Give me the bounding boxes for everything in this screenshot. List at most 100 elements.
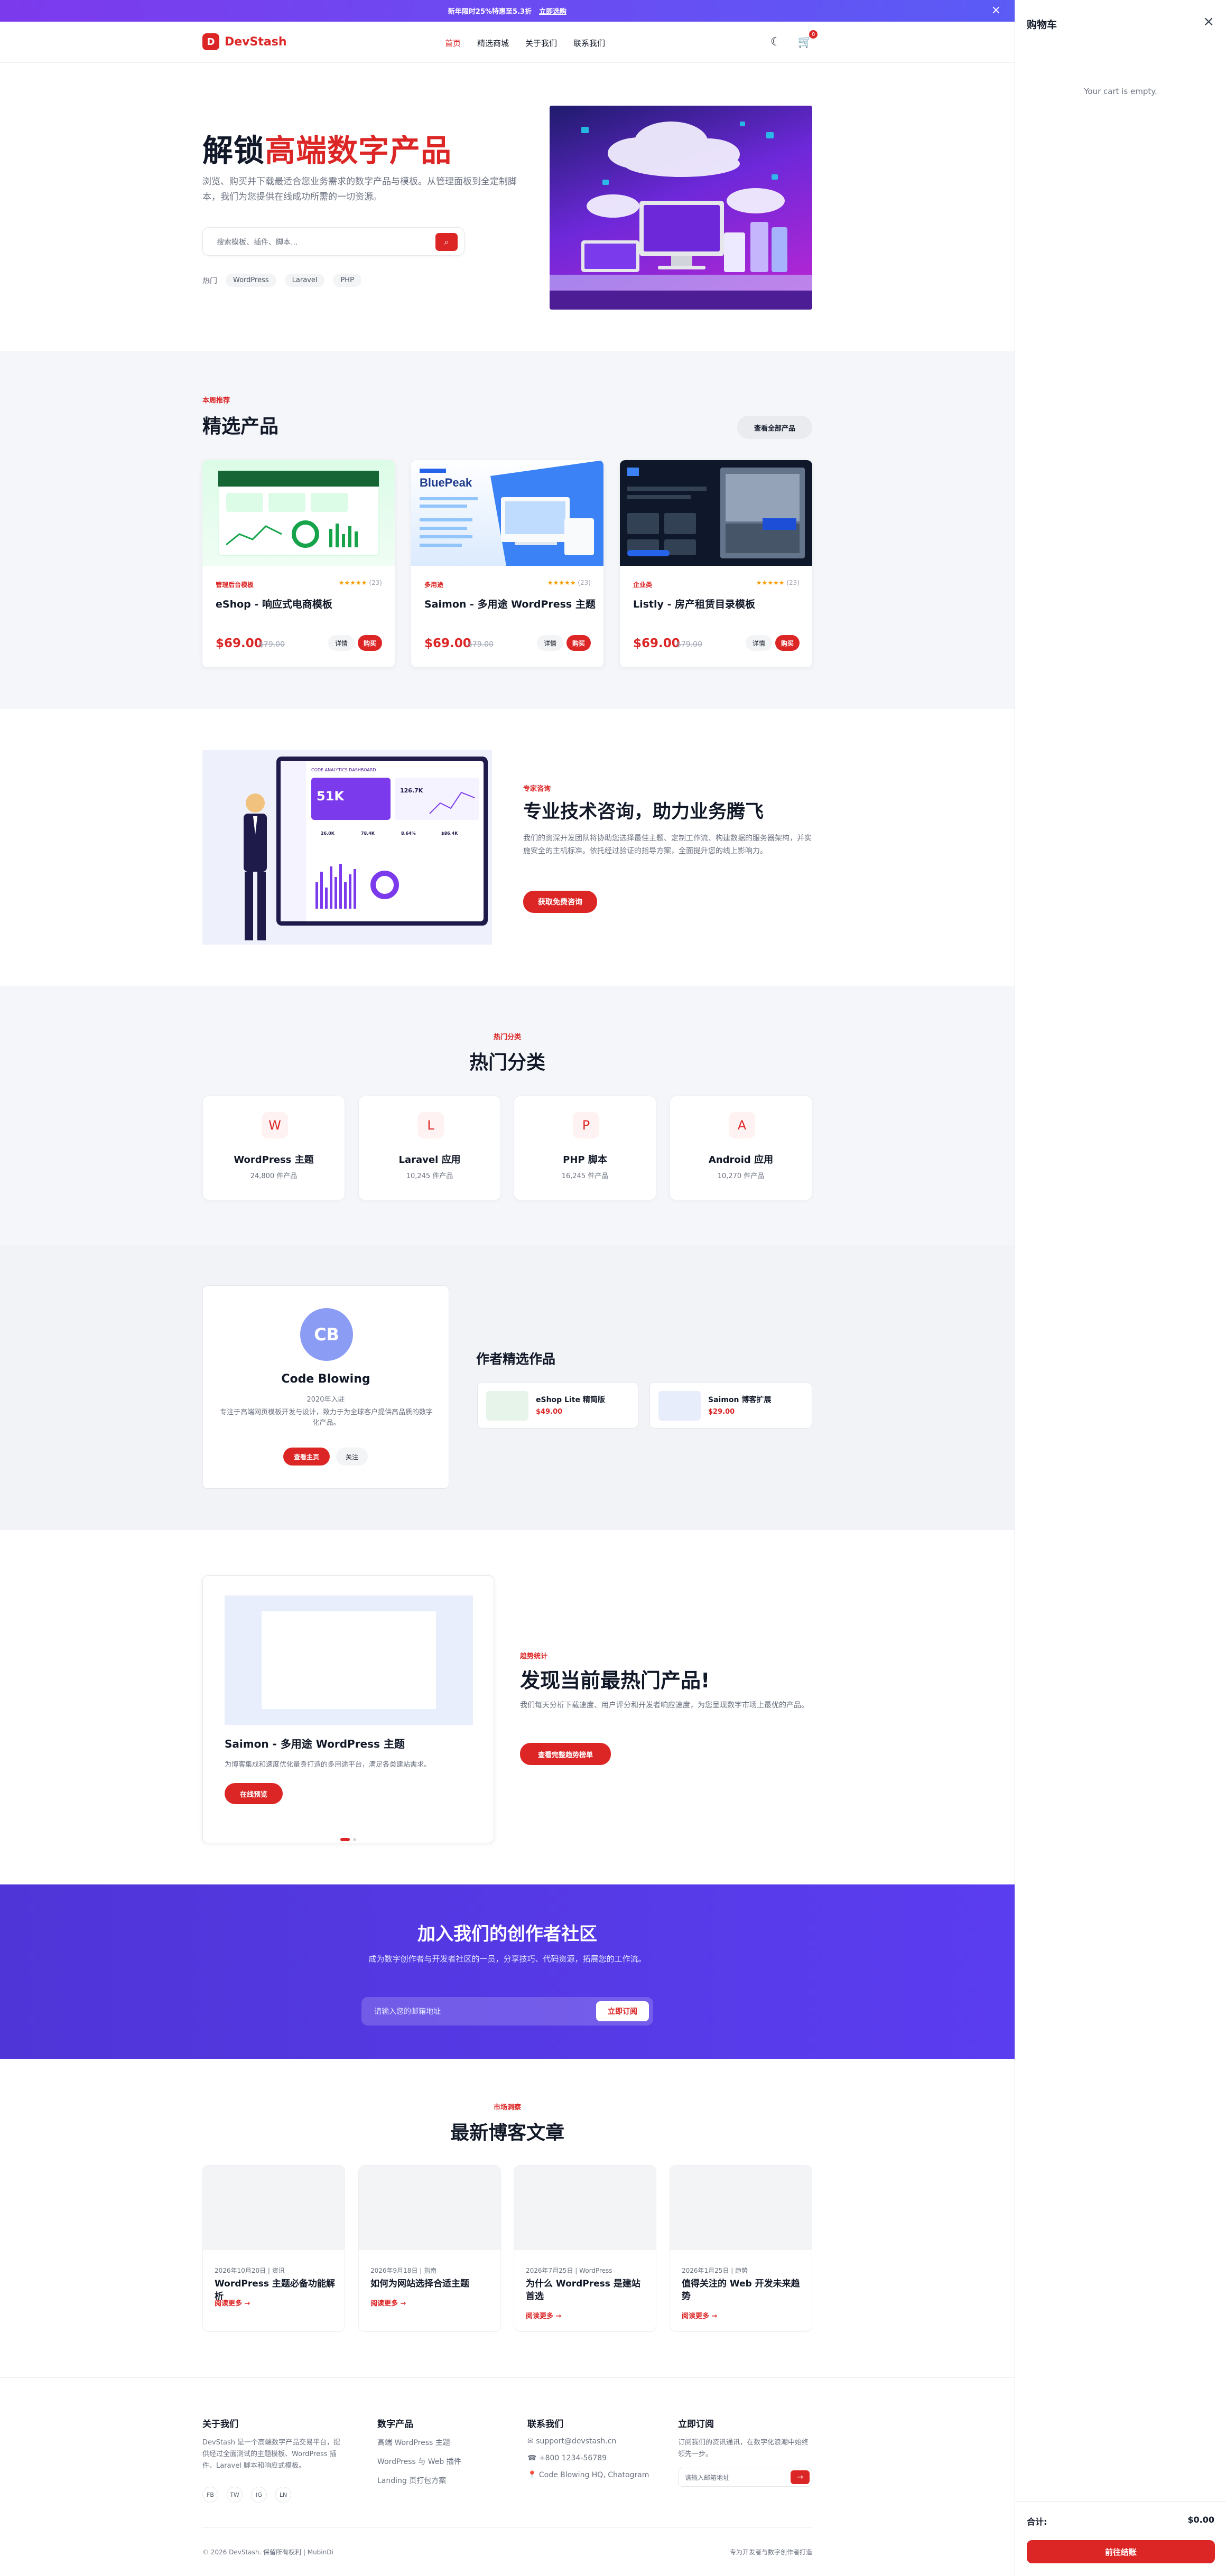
read-more-link[interactable]: 阅读更多 → — [370, 2298, 406, 2308]
blog-card[interactable]: 2026年9月18日 | 指南 如何为网站选择合适主题 阅读更多 → — [358, 2165, 501, 2332]
read-more-link[interactable]: 阅读更多 → — [682, 2310, 717, 2320]
copyright: © 2026 DevStash. 保留所有权利 | MubinDi — [202, 2549, 333, 2556]
details-button[interactable]: 详情 — [328, 635, 355, 651]
product-card[interactable]: BluePeak 多用途 ★★★★★ (23) Saimon - 多用途 Wor… — [411, 460, 603, 667]
featured-kicker: 本周推荐 — [202, 397, 230, 405]
social-links: FB TW IG LN — [202, 2487, 345, 2503]
trend-product-name: Saimon - 多用途 WordPress 主题 — [225, 1738, 405, 1750]
android-icon: A — [729, 1112, 755, 1138]
follow-button[interactable]: 关注 — [336, 1448, 368, 1466]
product-name[interactable]: Listly - 房产租赁目录模板 — [633, 596, 755, 611]
checkout-button[interactable]: 前往结账 — [1027, 2540, 1215, 2563]
nav-shop[interactable]: 精选商城 — [477, 38, 509, 49]
category-card-android[interactable]: A Android 应用 10,270 件产品 — [670, 1096, 812, 1200]
blog-post-title[interactable]: 为什么 WordPress 是建站首选 — [526, 2278, 647, 2303]
hero-search[interactable]: 搜索模板、插件、脚本... ⌕ — [202, 227, 465, 256]
details-button[interactable]: 详情 — [746, 635, 772, 651]
footer-subscribe-button[interactable]: → — [791, 2470, 810, 2484]
blog-image — [359, 2166, 500, 2250]
logo[interactable]: D DevStash — [202, 33, 287, 50]
blog-card[interactable]: 2026年7月25日 | WordPress 为什么 WordPress 是建站… — [514, 2165, 656, 2332]
footer-link[interactable]: 高端 WordPress 主题 — [377, 2437, 504, 2448]
hero-illustration — [550, 106, 812, 310]
twitter-icon[interactable]: TW — [227, 2487, 243, 2503]
blog-card[interactable]: 2026年1月25日 | 趋势 值得关注的 Web 开发未来趋势 阅读更多 → — [670, 2165, 812, 2332]
buy-button[interactable]: 购买 — [358, 635, 382, 651]
blog-card[interactable]: 2026年10月20日 | 资讯 WordPress 主题必备功能解析 阅读更多… — [202, 2165, 345, 2332]
product-image: BluePeak — [411, 460, 603, 566]
facebook-icon[interactable]: FB — [202, 2487, 218, 2503]
footer-email-form: 请输入邮箱地址 → — [678, 2468, 812, 2487]
trend-title: 发现当前最热门产品! — [520, 1669, 710, 1692]
buy-button[interactable]: 购买 — [566, 635, 591, 651]
dark-mode-icon[interactable]: ☾ — [770, 35, 781, 49]
email-field[interactable]: 请输入您的邮箱地址 — [374, 2006, 441, 2017]
tag-wordpress[interactable]: WordPress — [226, 274, 276, 287]
footer-link[interactable]: WordPress 与 Web 插件 — [377, 2456, 504, 2467]
cart-icon[interactable]: 🛒 0 — [798, 30, 818, 49]
dash-brand: CODE ANALYTICS DASHBOARD — [311, 768, 376, 772]
read-more-link[interactable]: 阅读更多 → — [215, 2298, 250, 2308]
category-count: 10,245 件产品 — [406, 1172, 453, 1180]
search-input[interactable]: 搜索模板、插件、脚本... — [217, 237, 298, 247]
site-header: D DevStash 首页 精选商城 关于我们 联系我们 ☾ 🛒 0 — [0, 22, 1015, 63]
footer-subscribe-title: 立即订阅 — [678, 2419, 714, 2430]
community-title: 加入我们的创作者社区 — [417, 1924, 597, 1945]
consult-title: 专业技术咨询，助力业务腾飞 — [523, 801, 764, 823]
community-section — [0, 1884, 1015, 2059]
work-card[interactable]: eShop Lite 精简版 $49.00 — [477, 1382, 638, 1429]
work-card[interactable]: Saimon 博客扩展 $29.00 — [649, 1382, 812, 1429]
details-button[interactable]: 详情 — [537, 635, 563, 651]
subscribe-button[interactable]: 立即订阅 — [596, 2001, 649, 2021]
cart-total-value: $0.00 — [1187, 2515, 1214, 2525]
full-trend-button[interactable]: 查看完整趋势榜单 — [520, 1743, 611, 1765]
blog-post-title[interactable]: 如何为网站选择合适主题 — [370, 2278, 492, 2290]
product-card[interactable]: 管理后台模板 ★★★★★ (23) eShop - 响应式电商模板 $69.00… — [202, 460, 395, 667]
carousel-dot-active[interactable] — [340, 1838, 350, 1841]
free-consult-button[interactable]: 获取免费咨询 — [523, 891, 597, 913]
nav-contact[interactable]: 联系我们 — [573, 38, 605, 49]
read-more-link[interactable]: 阅读更多 → — [526, 2310, 561, 2320]
blog-post-title[interactable]: 值得关注的 Web 开发未来趋势 — [682, 2278, 803, 2303]
hero-title-a: 解锁 — [202, 133, 265, 169]
product-name[interactable]: eShop - 响应式电商模板 — [216, 596, 332, 611]
blog-image — [514, 2166, 656, 2250]
footer-email-input[interactable]: 请输入邮箱地址 — [685, 2473, 729, 2482]
stars: ★★★★★ — [547, 579, 576, 586]
product-name[interactable]: Saimon - 多用途 WordPress 主题 — [424, 596, 596, 611]
tag-laravel[interactable]: Laravel — [284, 274, 325, 287]
linkedin-icon[interactable]: LN — [275, 2487, 291, 2503]
review-count: (23) — [369, 579, 382, 586]
category-card-php[interactable]: P PHP 脚本 16,245 件产品 — [514, 1096, 656, 1200]
instagram-icon[interactable]: IG — [251, 2487, 267, 2503]
nav-about[interactable]: 关于我们 — [525, 38, 557, 49]
carousel-dot[interactable] — [353, 1838, 356, 1841]
product-card[interactable]: 企业类 ★★★★★ (23) Listly - 房产租赁目录模板 $69.00 … — [620, 460, 812, 667]
view-all-button[interactable]: 查看全部产品 — [737, 416, 812, 439]
close-icon[interactable]: × — [991, 4, 1001, 17]
close-cart-icon[interactable]: × — [1203, 14, 1214, 30]
footer-subscribe-text: 订阅我们的资讯通讯，在数字化浪潮中始终领先一步。 — [678, 2439, 809, 2458]
buy-button[interactable]: 购买 — [775, 635, 800, 651]
stars: ★★★★★ — [756, 579, 785, 586]
contact-phone[interactable]: ☎ +800 1234-56789 — [527, 2454, 665, 2462]
footer-bottom-divider — [202, 2527, 812, 2528]
dash-metric-1: 26.0K — [321, 831, 335, 836]
hero-title: 解锁高端数字产品 — [202, 126, 452, 170]
product-category: 多用途 — [424, 581, 444, 589]
php-icon: P — [573, 1112, 599, 1138]
promo-link[interactable]: 立即选购 — [539, 6, 566, 16]
live-preview-button[interactable]: 在线预览 — [225, 1783, 283, 1804]
footer-link[interactable]: Landing 页打包方案 — [377, 2475, 504, 2486]
dash-metric-4: $86.4K — [441, 831, 458, 836]
footer-contact-title: 联系我们 — [527, 2419, 563, 2430]
blog-meta: 2026年9月18日 | 指南 — [370, 2267, 437, 2274]
nav-home[interactable]: 首页 — [445, 38, 461, 49]
footer-about-title: 关于我们 — [202, 2419, 238, 2430]
view-profile-button[interactable]: 查看主页 — [283, 1448, 330, 1466]
contact-email[interactable]: ✉ support@devstash.cn — [527, 2437, 665, 2446]
category-card-laravel[interactable]: L Laravel 应用 10,245 件产品 — [358, 1096, 501, 1200]
tag-php[interactable]: PHP — [333, 274, 361, 287]
search-button[interactable]: ⌕ — [435, 233, 458, 251]
category-card-wordpress[interactable]: W WordPress 主题 24,800 件产品 — [202, 1096, 345, 1200]
